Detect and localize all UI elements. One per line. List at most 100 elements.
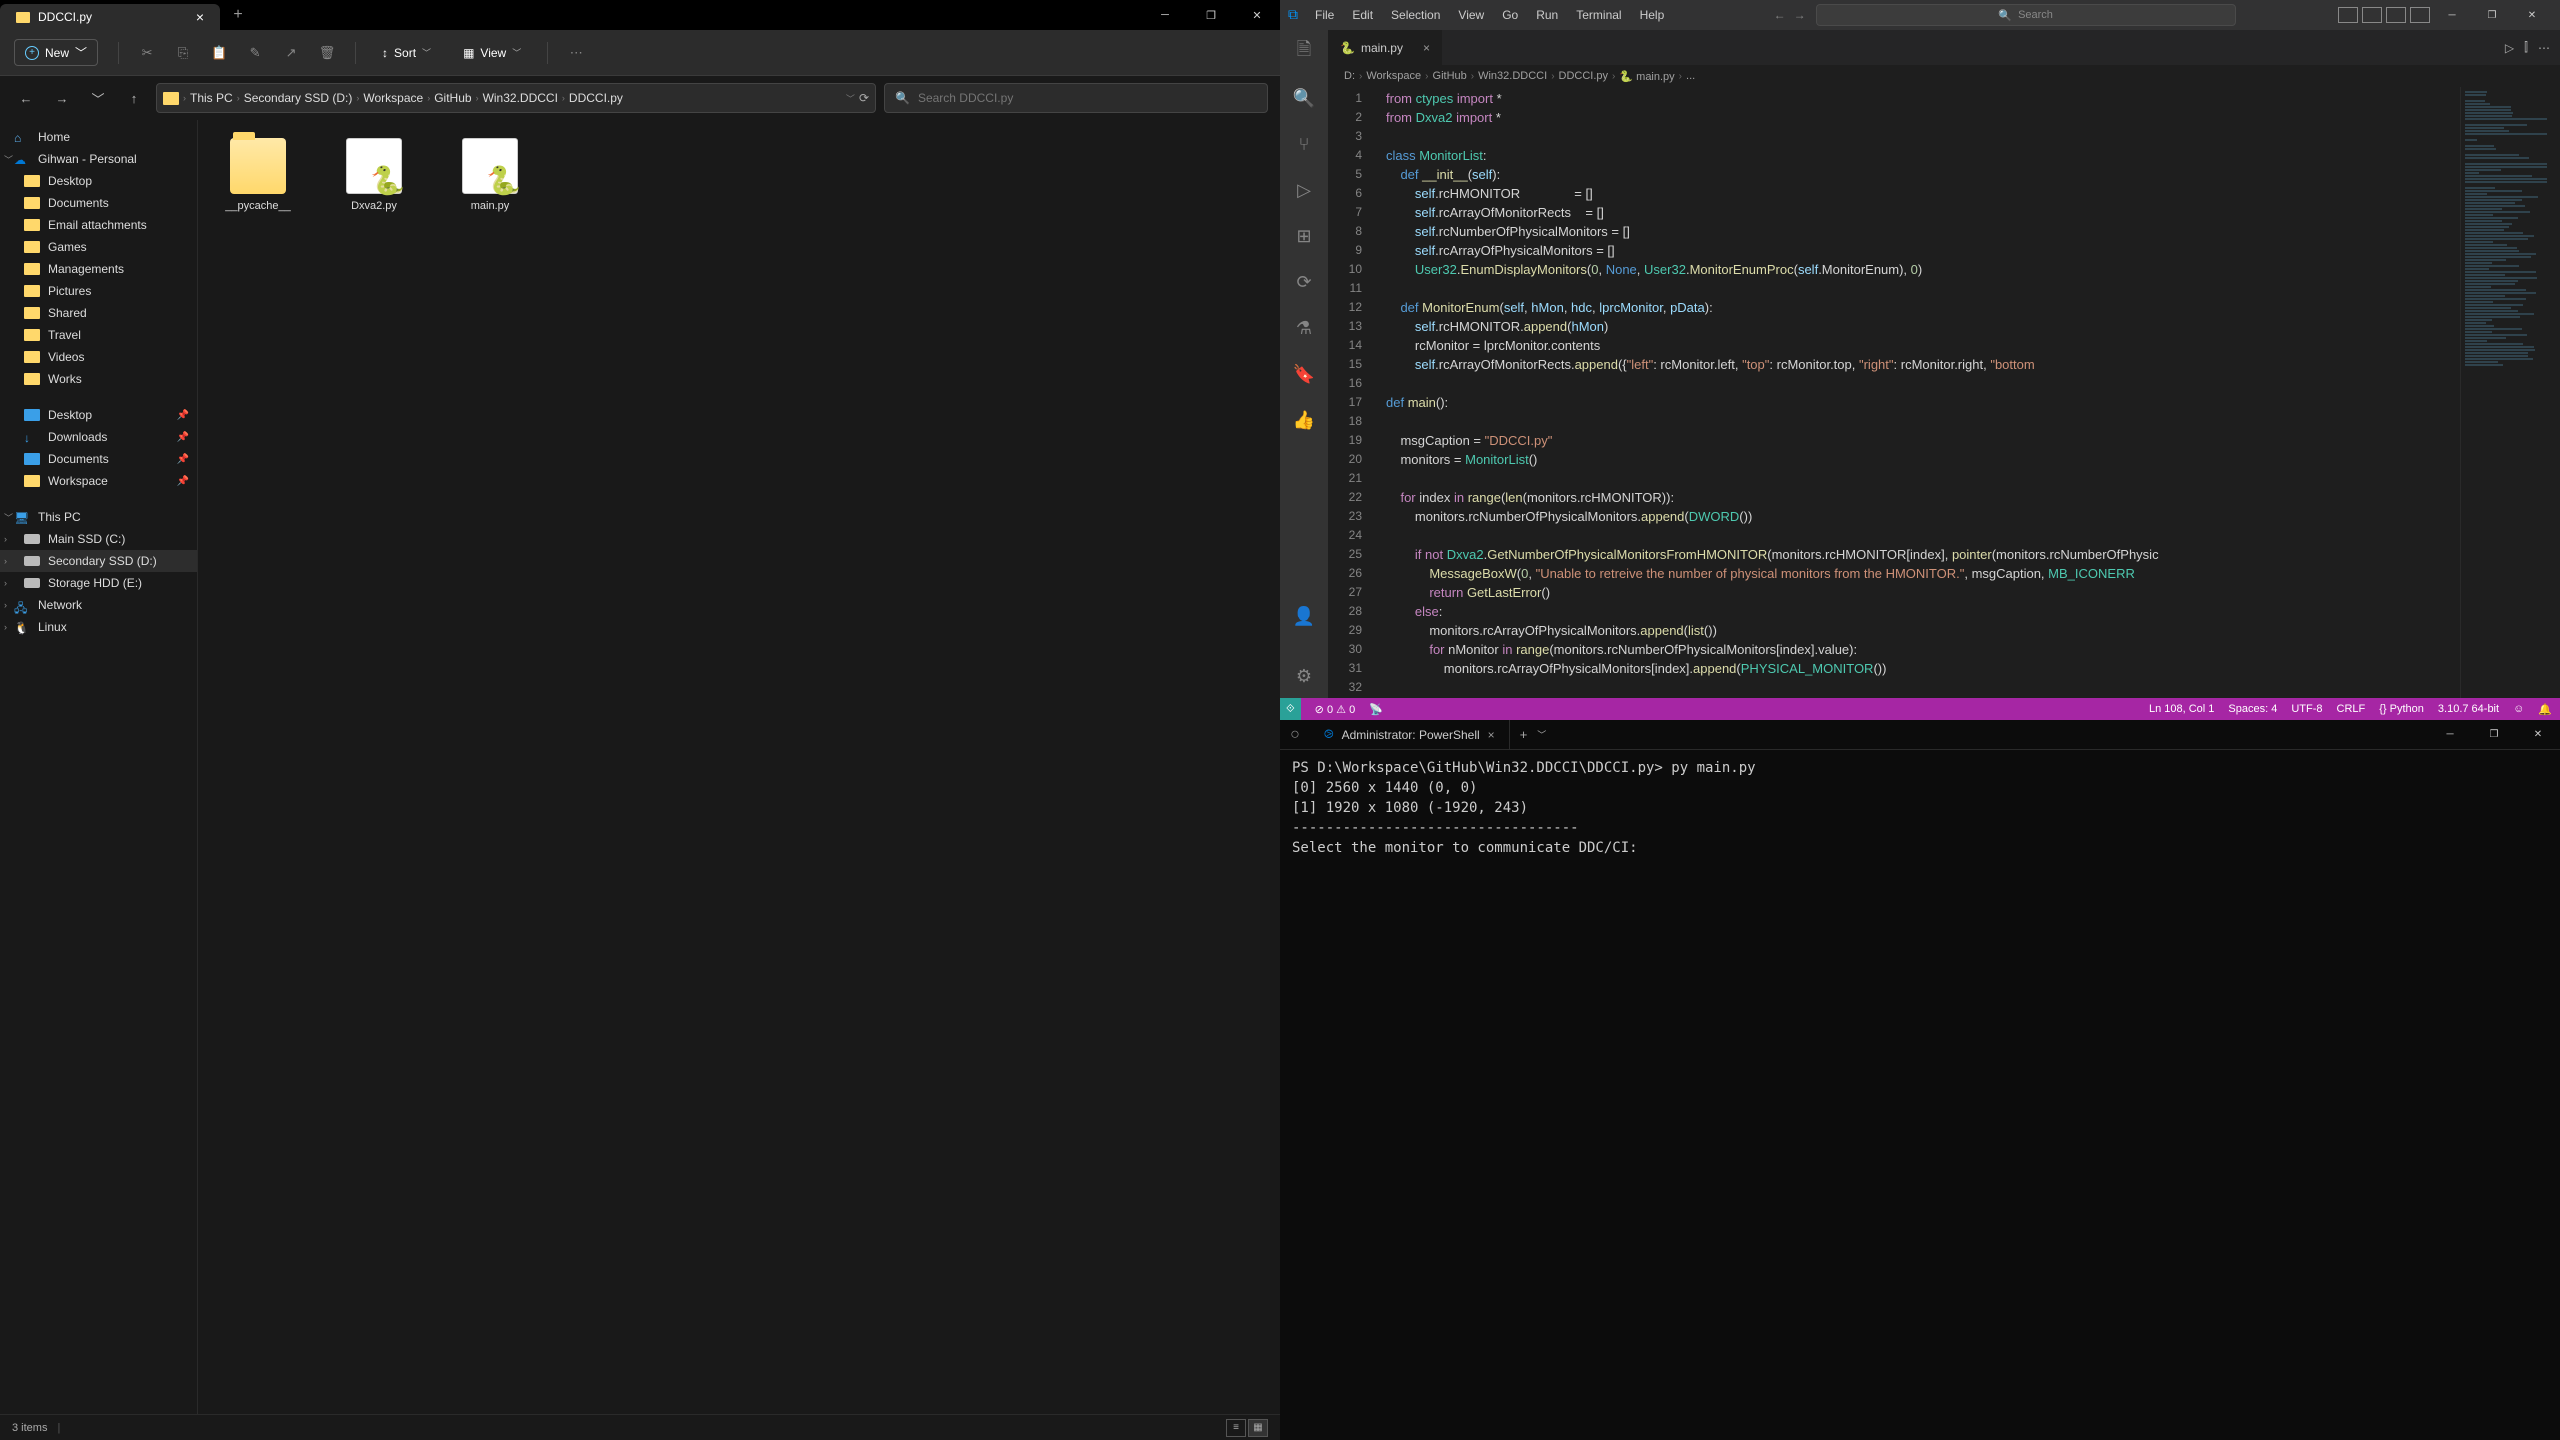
- menu-view[interactable]: View: [1451, 6, 1491, 24]
- nav-back-icon[interactable]: ←: [1774, 8, 1786, 22]
- rename-icon[interactable]: ✎: [247, 45, 263, 61]
- errors-count[interactable]: ⊘ 0 ⚠ 0: [1315, 703, 1356, 716]
- cut-icon[interactable]: ✂: [139, 45, 155, 61]
- breadcrumb-segment[interactable]: D:: [1344, 70, 1355, 82]
- menu-selection[interactable]: Selection: [1384, 6, 1447, 24]
- notifications-icon[interactable]: 🔔: [2538, 703, 2552, 716]
- breadcrumb-segment[interactable]: DDCCI.py: [1559, 70, 1609, 82]
- run-icon[interactable]: ▷: [2505, 41, 2514, 55]
- sidebar-item[interactable]: Videos: [0, 346, 197, 368]
- layout-icon[interactable]: [2338, 7, 2358, 23]
- sidebar-item[interactable]: Desktop: [0, 170, 197, 192]
- spaces[interactable]: Spaces: 4: [2228, 703, 2277, 715]
- close-tab-icon[interactable]: ×: [1488, 728, 1495, 742]
- up-button[interactable]: ↑: [120, 84, 148, 112]
- breadcrumb-segment[interactable]: DDCCI.py: [569, 91, 623, 105]
- maximize-button[interactable]: ❐: [2472, 10, 2512, 21]
- view-details-icon[interactable]: ≡: [1226, 1419, 1246, 1437]
- more-icon[interactable]: ⋯: [568, 45, 584, 61]
- maximize-button[interactable]: ❐: [2472, 720, 2516, 749]
- sidebar-thispc[interactable]: ﹀🖥This PC: [0, 506, 197, 528]
- breadcrumb-segment[interactable]: This PC: [190, 91, 233, 105]
- copy-icon[interactable]: ⎘: [175, 45, 191, 61]
- sidebar-drive-selected[interactable]: ›Secondary SSD (D:): [0, 550, 197, 572]
- sidebar-drive[interactable]: ›Main SSD (C:): [0, 528, 197, 550]
- extensions-icon[interactable]: ⊞: [1292, 224, 1316, 248]
- sort-button[interactable]: ↕ Sort ﹀: [376, 44, 437, 62]
- breadcrumb-segment[interactable]: GitHub: [1433, 70, 1467, 82]
- file-item[interactable]: Dxva2.py: [332, 138, 416, 212]
- menu-edit[interactable]: Edit: [1345, 6, 1380, 24]
- radio-icon[interactable]: 📡: [1369, 703, 1383, 716]
- menu-file[interactable]: File: [1308, 6, 1341, 24]
- remote-indicator[interactable]: ⟐: [1280, 698, 1301, 720]
- breadcrumb-segment[interactable]: Win32.DDCCI: [1478, 70, 1547, 82]
- sidebar-pinned[interactable]: Workspace📌: [0, 470, 197, 492]
- breadcrumb-segment[interactable]: GitHub: [434, 91, 471, 105]
- explorer-content[interactable]: __pycache__ Dxva2.py main.py: [198, 120, 1280, 1414]
- breadcrumb-segment[interactable]: Workspace: [363, 91, 423, 105]
- back-button[interactable]: ←: [12, 84, 40, 112]
- recent-button[interactable]: ﹀: [84, 84, 112, 112]
- sidebar-network[interactable]: ›🖧Network: [0, 594, 197, 616]
- sidebar-home[interactable]: ⌂Home: [0, 126, 197, 148]
- search-box[interactable]: 🔍: [884, 83, 1268, 113]
- minimap[interactable]: [2460, 87, 2560, 698]
- search-input[interactable]: [918, 91, 1257, 105]
- sidebar-item[interactable]: Works: [0, 368, 197, 390]
- sidebar-onedrive[interactable]: ﹀☁Gihwan - Personal: [0, 148, 197, 170]
- folder-item[interactable]: __pycache__: [216, 138, 300, 212]
- remote-icon[interactable]: ⟳: [1292, 270, 1316, 294]
- paste-icon[interactable]: 📋: [211, 45, 227, 61]
- menu-help[interactable]: Help: [1633, 6, 1672, 24]
- minimize-button[interactable]: ─: [2428, 720, 2472, 749]
- menu-terminal[interactable]: Terminal: [1569, 6, 1628, 24]
- sidebar-drive[interactable]: ›Storage HDD (E:): [0, 572, 197, 594]
- sidebar-item[interactable]: Pictures: [0, 280, 197, 302]
- command-center[interactable]: 🔍Search: [1816, 4, 2236, 26]
- close-button[interactable]: ✕: [1234, 0, 1280, 30]
- terminal-body[interactable]: PS D:\Workspace\GitHub\Win32.DDCCI\DDCCI…: [1280, 750, 2560, 1440]
- file-item[interactable]: main.py: [448, 138, 532, 212]
- layout-icon[interactable]: [2386, 7, 2406, 23]
- view-grid-icon[interactable]: ▦: [1248, 1419, 1268, 1437]
- thumb-icon[interactable]: 👍: [1292, 408, 1316, 432]
- new-button[interactable]: + New ﹀: [14, 39, 98, 66]
- breadcrumb-segment[interactable]: ...: [1686, 70, 1695, 82]
- forward-button[interactable]: →: [48, 84, 76, 112]
- breadcrumb-segment[interactable]: Workspace: [1366, 70, 1421, 82]
- sidebar-item[interactable]: Shared: [0, 302, 197, 324]
- settings-icon[interactable]: ⚙: [1292, 664, 1316, 688]
- editor-tab-active[interactable]: 🐍 main.py ×: [1328, 30, 1443, 65]
- refresh-icon[interactable]: ⟳: [859, 91, 869, 105]
- explorer-icon[interactable]: 🗎: [1292, 40, 1316, 64]
- sidebar-pinned[interactable]: ↓Downloads📌: [0, 426, 197, 448]
- nav-forward-icon[interactable]: →: [1794, 8, 1806, 22]
- breadcrumb-segment[interactable]: Win32.DDCCI: [483, 91, 558, 105]
- search-icon[interactable]: 🔍: [1292, 86, 1316, 110]
- share-icon[interactable]: ↗: [283, 45, 299, 61]
- layout-icon[interactable]: [2362, 7, 2382, 23]
- minimize-button[interactable]: ─: [1142, 0, 1188, 30]
- sidebar-item[interactable]: Email attachments: [0, 214, 197, 236]
- minimize-button[interactable]: ─: [2432, 10, 2472, 21]
- python-interpreter[interactable]: 3.10.7 64-bit: [2438, 703, 2499, 715]
- delete-icon[interactable]: 🗑: [319, 45, 335, 61]
- dropdown-icon[interactable]: ﹀: [846, 92, 855, 105]
- dropdown-icon[interactable]: ﹀: [1537, 728, 1546, 741]
- breadcrumb-bar[interactable]: › This PC› Secondary SSD (D:)› Workspace…: [156, 83, 876, 113]
- feedback-icon[interactable]: ☺: [2513, 703, 2524, 715]
- bookmark-icon[interactable]: 🔖: [1292, 362, 1316, 386]
- code-editor[interactable]: 1234567891011121314151617181920212223242…: [1328, 87, 2560, 698]
- language-mode[interactable]: {} Python: [2379, 703, 2424, 715]
- sidebar-pinned[interactable]: Documents📌: [0, 448, 197, 470]
- split-icon[interactable]: ⫿: [2524, 40, 2528, 55]
- more-icon[interactable]: ⋯: [2538, 41, 2550, 55]
- terminal-tab[interactable]: ⧁ Administrator: PowerShell ×: [1310, 720, 1510, 749]
- new-tab-button[interactable]: +: [220, 0, 256, 30]
- sidebar-item[interactable]: Managements: [0, 258, 197, 280]
- maximize-button[interactable]: ❐: [1188, 0, 1234, 30]
- sidebar-pinned[interactable]: Desktop📌: [0, 404, 197, 426]
- close-tab-icon[interactable]: ×: [196, 9, 204, 25]
- close-tab-icon[interactable]: ×: [1423, 41, 1430, 55]
